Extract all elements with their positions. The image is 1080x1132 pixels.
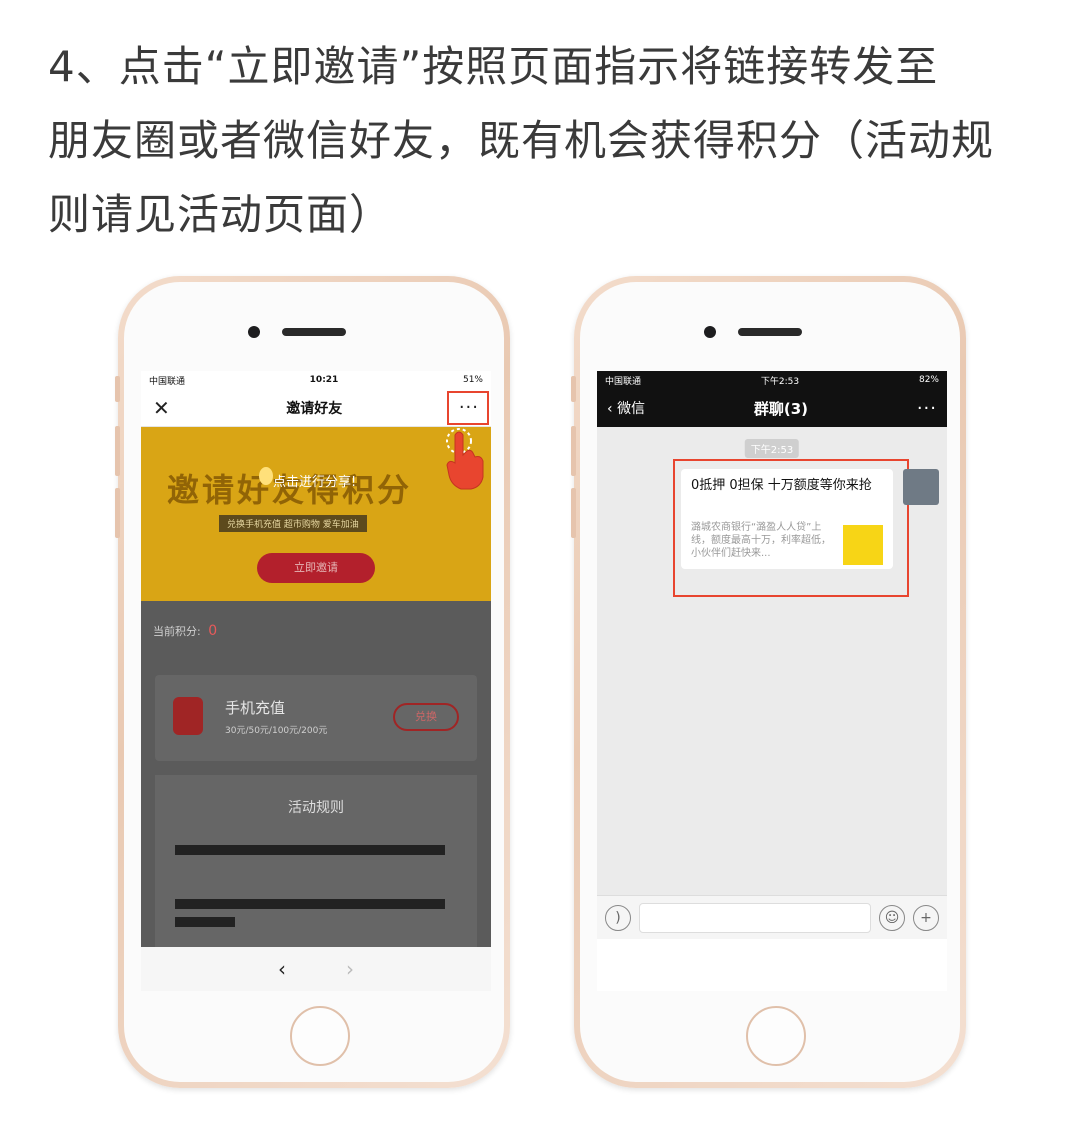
more-button-highlight: [447, 391, 489, 425]
lightbulb-icon: [259, 467, 273, 485]
sender-avatar[interactable]: [903, 469, 939, 505]
back-arrow-icon[interactable]: ‹: [278, 957, 286, 981]
earpiece-speaker: [282, 328, 346, 336]
chat-title: 群聊(3): [753, 399, 809, 418]
front-camera: [704, 326, 716, 338]
status-bar: 中国联通 下午2:53 82%: [597, 371, 947, 389]
volume-down-button: [115, 488, 120, 538]
share-tip: 点击进行分享!: [273, 475, 357, 490]
page-title: 邀请好友: [286, 400, 343, 417]
browser-toolbar: ‹ ›: [141, 947, 491, 991]
instruction-line-1: 4、点击“立即邀请”按照页面指示将链接转发至: [48, 42, 939, 91]
blurred-rule-line: [175, 845, 445, 855]
points-label: 当前积分:: [153, 625, 201, 638]
front-camera: [248, 326, 260, 338]
shared-card-highlight: [673, 459, 909, 597]
chat-body: 下午2:53 0抵押 0担保 十万额度等你来抢 潞城农商银行“潞盈人人贷”上线，…: [597, 427, 947, 939]
instruction-line-3: 则请见活动页面）: [48, 190, 393, 239]
wechat-group-chat-screen: 中国联通 下午2:53 82% ‹ 微信 群聊(3) ··· 下午2:53 0抵…: [597, 371, 947, 991]
back-label: 微信: [617, 401, 646, 417]
volume-up-button: [571, 426, 576, 476]
volume-down-button: [571, 488, 576, 538]
pointing-hand-icon: [446, 428, 484, 490]
chat-more-button[interactable]: ···: [917, 398, 937, 419]
right-phone-mockup: 中国联通 下午2:53 82% ‹ 微信 群聊(3) ··· 下午2:53 0抵…: [571, 276, 966, 1088]
volume-up-button: [115, 426, 120, 476]
rules-title: 活动规则: [288, 800, 344, 816]
home-button[interactable]: [290, 1006, 350, 1066]
chat-input-bar: ) ☺ +: [597, 895, 947, 939]
blurred-rule-line: [175, 899, 445, 909]
emoji-icon[interactable]: ☺: [879, 904, 905, 931]
status-bar: 中国联通 10:21 51%: [141, 371, 491, 389]
battery-percent: 82%: [918, 375, 939, 385]
close-icon[interactable]: ✕: [153, 396, 170, 420]
reward-title: 手机充值: [225, 699, 286, 717]
invite-now-button[interactable]: 立即邀请: [257, 553, 375, 583]
nav-bar: ✕ 邀请好友 ···: [141, 389, 491, 427]
carrier-label: 中国联通: [149, 376, 186, 387]
invite-page-screen: 中国联通 10:21 51% ✕ 邀请好友 ··· 邀请好友得积分 点击进行分享…: [141, 371, 491, 991]
left-phone-mockup: 中国联通 10:21 51% ✕ 邀请好友 ··· 邀请好友得积分 点击进行分享…: [115, 276, 510, 1088]
home-button[interactable]: [746, 1006, 806, 1066]
invite-banner: 邀请好友得积分 点击进行分享! 兑换手机充值 超市购物 爱车加油 立即邀请: [141, 427, 491, 601]
banner-subtitle: 兑换手机充值 超市购物 爱车加油: [219, 515, 367, 532]
mute-switch: [571, 376, 576, 402]
redeem-button[interactable]: 兑换: [393, 703, 459, 731]
status-time: 下午2:53: [760, 376, 800, 387]
forward-arrow-icon[interactable]: ›: [346, 957, 354, 981]
reward-options: 30元/50元/100元/200元: [225, 726, 328, 736]
status-time: 10:21: [309, 375, 339, 385]
voice-icon[interactable]: ): [605, 904, 631, 931]
plus-icon[interactable]: +: [913, 904, 939, 931]
mute-switch: [115, 376, 120, 402]
activity-rules-section: 活动规则: [155, 775, 477, 975]
page-content-dimmed: 当前积分: 0 手机充值 30元/50元/100元/200元 兑换 活动规则: [141, 601, 491, 975]
battery-percent: 51%: [462, 375, 483, 385]
message-timestamp: 下午2:53: [744, 439, 800, 458]
chat-nav-bar: ‹ 微信 群聊(3) ···: [597, 389, 947, 427]
carrier-label: 中国联通: [605, 376, 642, 387]
back-button[interactable]: ‹ 微信: [607, 398, 645, 418]
instruction-line-2: 朋友圈或者微信好友，既有机会获得积分（活动规: [48, 116, 995, 165]
points-row: 当前积分: 0: [141, 601, 491, 639]
earpiece-speaker: [738, 328, 802, 336]
phone-recharge-icon: [173, 697, 203, 735]
points-value: 0: [208, 623, 218, 639]
message-input[interactable]: [639, 902, 871, 933]
instruction-text: 4、点击“立即邀请”按照页面指示将链接转发至 朋友圈或者微信好友，既有机会获得积…: [48, 30, 1048, 252]
reward-card-recharge: 手机充值 30元/50元/100元/200元 兑换: [155, 675, 477, 761]
blurred-rule-line: [175, 917, 235, 927]
